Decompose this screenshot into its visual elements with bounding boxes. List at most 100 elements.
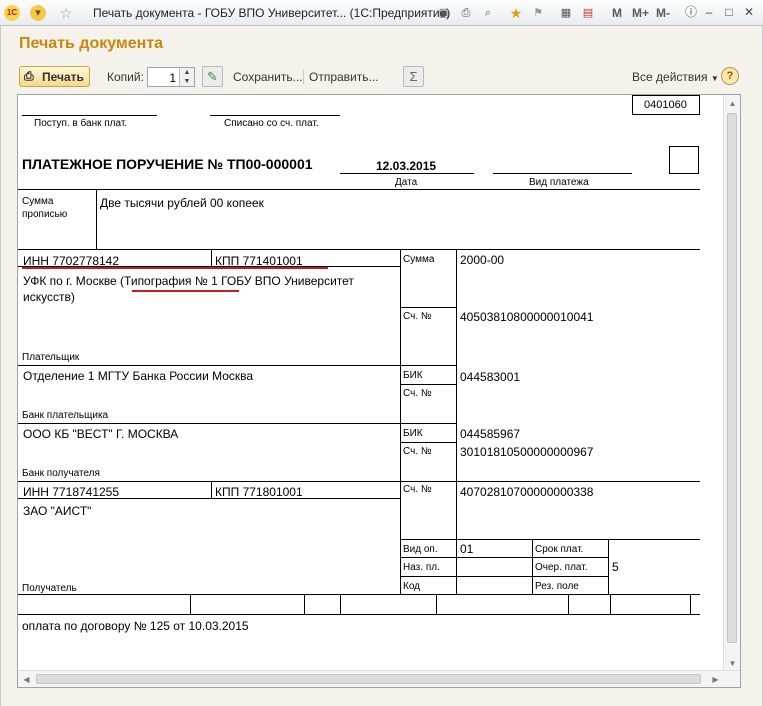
horizontal-scroll-thumb[interactable] [36,674,701,684]
print-toolbar: ⎙ Печать Копий: 1 ▲ ▼ ✎ Сохранить... Отпр… [1,64,762,90]
chevron-down-icon: ▼ [710,74,719,83]
print-icon[interactable]: ⎙ [458,5,474,21]
save-disk-icon[interactable]: ▣ [436,5,452,21]
inn-kpp-underline [22,267,328,269]
received-label: Поступ. в банк плат. [34,118,128,129]
table-top-line [18,189,700,190]
close-button[interactable]: ✕ [740,4,758,21]
code-label: Код [403,581,421,592]
grid-line [400,576,608,577]
sum-button[interactable]: Σ [403,66,424,87]
star-icon[interactable]: ☆ [58,5,74,21]
payment-purpose: оплата по договору № 125 от 10.03.2015 [22,619,249,633]
payee-corr-account: 30101810500000000967 [460,445,594,459]
grid-line [340,594,341,614]
app-logo-icon[interactable]: 1С [4,5,20,21]
payee-bank-label: Банк получателя [22,468,100,479]
scroll-down-icon[interactable]: ▼ [725,656,740,671]
document-viewport[interactable]: 0401060 Поступ. в банк плат. Списано со … [17,94,741,688]
payee-account: 40702810700000000338 [460,485,594,499]
payer-corr-account-label: Сч. № [403,388,432,399]
payer-bik-label: БИК [403,370,423,381]
grid-line [400,384,456,385]
grid-line [400,539,700,540]
spin-arrows-icon[interactable]: ▲ ▼ [179,68,194,86]
scroll-right-icon[interactable]: ▶ [708,672,723,687]
toolbar-separator [303,70,304,84]
payment-type-box [669,146,699,174]
print-button[interactable]: ⎙ Печать [19,66,90,87]
amount-value: 2000-00 [460,253,505,267]
amount-label: Сумма [403,254,435,265]
memory-m-button[interactable]: M [612,6,622,20]
vertical-scrollbar[interactable]: ▲ ▼ [723,95,740,672]
payer-kpp: КПП 771401001 [215,254,303,268]
op-type-label: Вид оп. [403,544,438,555]
edit-document-button[interactable]: ✎ [202,66,223,87]
amount-words-label-2: прописью [22,209,68,220]
vertical-scroll-thumb[interactable] [727,113,737,643]
received-line [22,115,157,116]
payee-kpp: КПП 771801001 [215,485,303,499]
dropdown-menu-icon[interactable]: ▾ [30,5,46,21]
save-button[interactable]: Сохранить... [233,70,303,84]
send-button[interactable]: Отправить... [309,70,379,84]
amount-words-divider [96,189,97,249]
help-button[interactable]: ? [721,67,739,85]
bookmark-icon[interactable]: ⚑ [530,5,546,21]
grid-line [400,442,456,443]
grid-line [18,249,700,250]
grid-line [400,557,608,558]
preview-icon[interactable]: ⌕ [480,5,496,21]
form-code: 0401060 [644,99,687,111]
maximize-button[interactable]: □ [720,4,738,21]
payment-type-line [493,173,632,174]
grid-line [568,594,569,614]
memory-mplus-button[interactable]: M+ [632,6,649,20]
priority-label: Очер. плат. [535,562,588,573]
payer-name-line-2: искусств) [23,290,75,304]
grid-line [456,249,457,594]
scroll-up-icon[interactable]: ▲ [725,96,740,111]
grid-line [18,481,700,482]
grid-line [304,594,305,614]
grid-line [211,249,212,266]
favorite-add-icon[interactable]: ★ [508,5,524,21]
grid-line [211,481,212,498]
debited-label: Списано со сч. плат. [224,118,319,129]
grid-line [190,594,191,614]
printer-icon: ⎙ [24,69,34,83]
purpose-code-label: Наз. пл. [403,562,440,573]
payee-bik-label: БИК [403,428,423,439]
payee-bank: ООО КБ "ВЕСТ" Г. МОСКВА [23,427,179,441]
page-title: Печать документа [19,35,164,52]
print-document-window: Печать документа ⎙ Печать Копий: 1 ▲ ▼ ✎ … [0,26,763,706]
grid-line [400,307,456,308]
payer-bik: 044583001 [460,370,521,384]
payee-bik: 044585967 [460,427,521,441]
memory-mminus-button[interactable]: M- [656,6,670,20]
payer-bank-label: Банк плательщика [22,410,109,421]
date-line [340,173,474,174]
date-value: 12.03.2015 [376,159,437,173]
grid-line [532,539,533,594]
horizontal-scrollbar[interactable]: ◀ ▶ [18,670,740,687]
payer-name-underline [132,290,239,292]
copies-value: 1 [169,71,176,85]
debited-line [210,115,340,116]
grid-line [18,614,700,615]
payer-account: 40503810800000010041 [460,310,594,324]
copies-stepper[interactable]: 1 ▲ ▼ [147,67,195,87]
calculator-icon[interactable]: ▦ [558,5,574,21]
op-type-value: 01 [460,542,474,556]
all-actions-button[interactable]: Все действия ▼ [632,70,719,84]
amount-words: Две тысячи рублей 00 копеек [100,196,264,210]
scroll-left-icon[interactable]: ◀ [19,672,34,687]
payee-account-label: Сч. № [403,484,432,495]
minimize-button[interactable]: – [700,4,718,21]
payee-label: Получатель [22,583,77,594]
info-icon[interactable]: ⓘ [682,4,700,21]
calendar-icon[interactable]: ▤ [580,5,596,21]
grid-line [18,423,456,424]
copies-label: Копий: [107,70,144,84]
